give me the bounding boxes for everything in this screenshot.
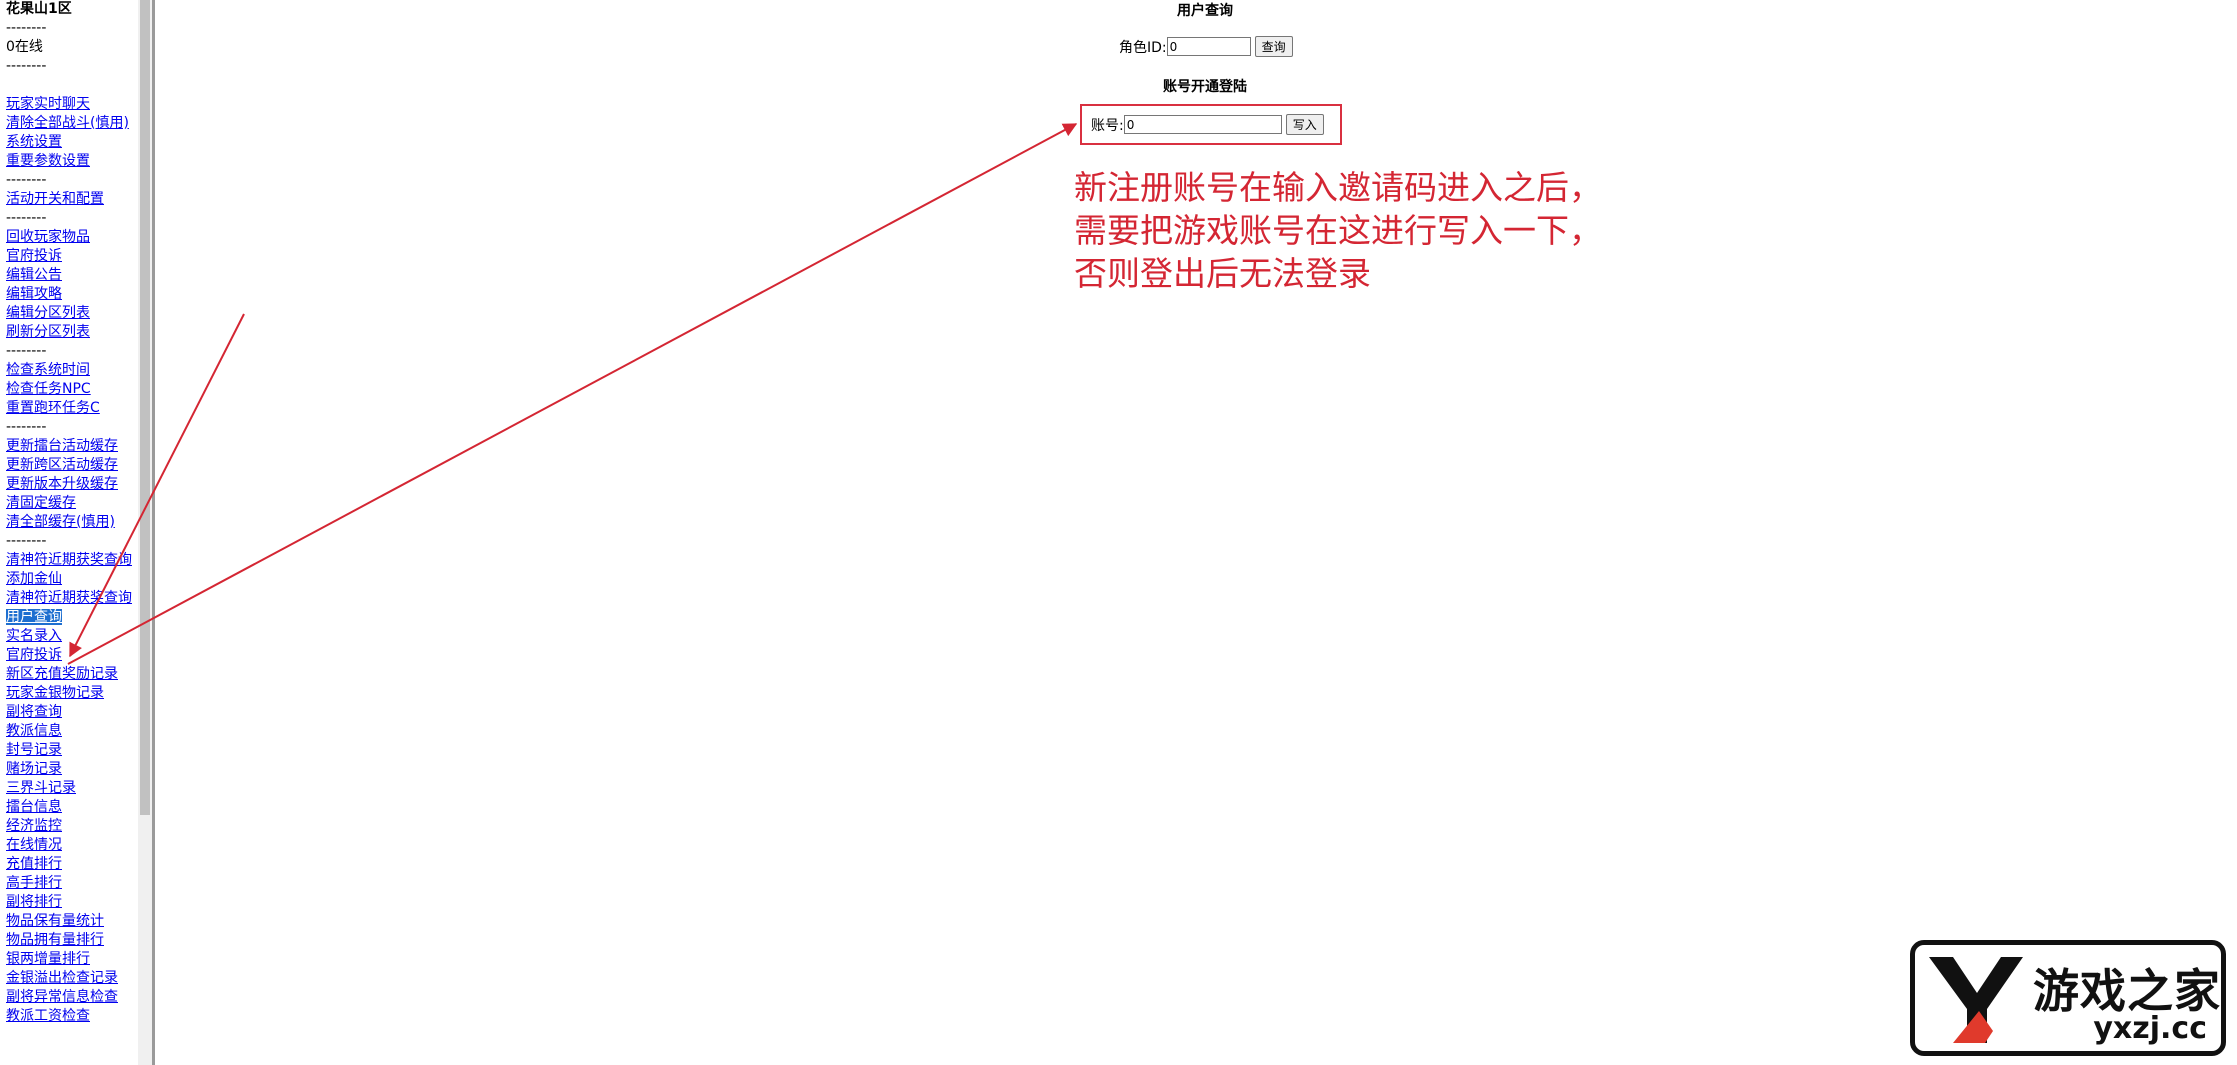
watermark-domain: yxzj.cc (2093, 1011, 2207, 1046)
annotation-line: 否则登出后无法登录 (1074, 254, 1371, 293)
annotation-arrows (67, 123, 1078, 665)
watermark-logo-icon (1929, 957, 2023, 1043)
annotation-text: 新注册账号在输入邀请码进入之后， 需要把游戏账号在这进行写入一下， 否则登出后无… (1074, 166, 1674, 295)
arrow-to-account-form (67, 123, 1078, 665)
annotation-line: 需要把游戏账号在这进行写入一下， (1074, 211, 1602, 250)
annotation-line: 新注册账号在输入邀请码进入之后， (1074, 168, 1602, 207)
watermark: 游戏之家 yxzj.cc (1910, 940, 2226, 1056)
arrow-to-menu-item (69, 313, 245, 658)
page-root: 花果山1区 -------- 0在线 -------- 玩家实时聊天 清除全部战斗… (0, 0, 2237, 1065)
